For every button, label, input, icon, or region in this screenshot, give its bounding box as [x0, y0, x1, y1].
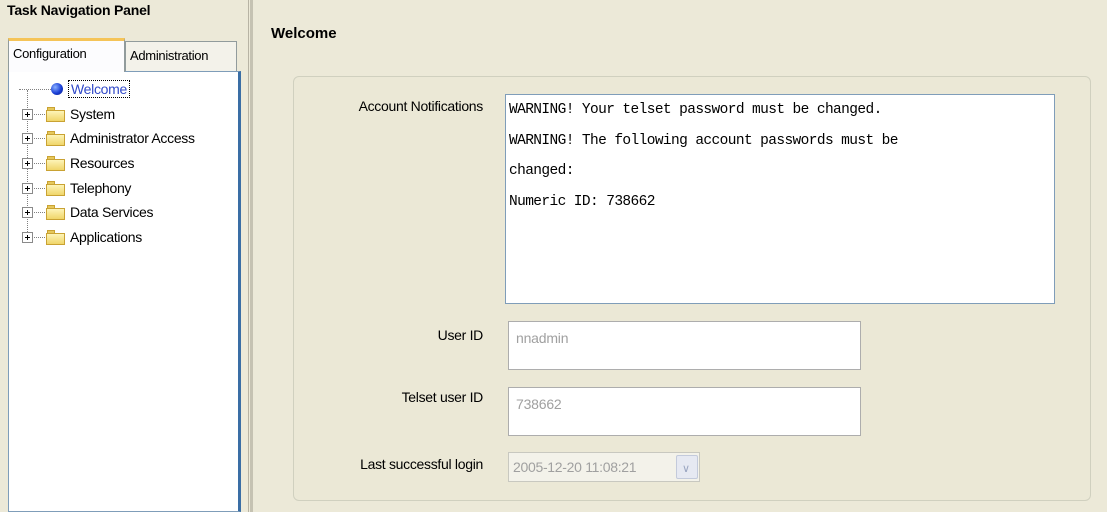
notification-line: WARNING! The following account passwords…	[509, 132, 898, 149]
nav-panel-title: Task Navigation Panel	[7, 2, 151, 18]
tree-item-telephony[interactable]: Telephony	[9, 176, 234, 201]
expand-plus-icon[interactable]	[22, 232, 33, 243]
tree-item-label: Telephony	[70, 180, 132, 196]
tree-item-label: Administrator Access	[70, 130, 195, 146]
tree-item-administrator-access[interactable]: Administrator Access	[9, 126, 234, 151]
account-notifications-label: Account Notifications	[358, 98, 484, 114]
task-navigation-panel: Task Navigation Panel Configuration Admi…	[0, 0, 249, 512]
tree-item-label: Resources	[70, 155, 135, 171]
expand-plus-icon[interactable]	[22, 183, 33, 194]
page-title: Welcome	[271, 25, 337, 42]
notification-line: Numeric ID: 738662	[509, 193, 655, 210]
folder-icon	[46, 181, 66, 196]
tree-item-resources[interactable]: Resources	[9, 151, 234, 176]
tree-item-label: Applications	[70, 229, 142, 245]
folder-icon	[46, 230, 66, 245]
navigation-tree: Welcome System Administrator Access Reso…	[8, 71, 241, 512]
tree-item-label: Welcome	[68, 80, 130, 98]
last-login-label: Last successful login	[360, 456, 483, 472]
expand-plus-icon[interactable]	[22, 207, 33, 218]
tree-item-label: Data Services	[70, 204, 154, 220]
folder-icon	[46, 205, 66, 220]
telset-user-id-label: Telset user ID	[401, 389, 484, 405]
user-id-field[interactable]: nnadmin	[508, 321, 861, 370]
telset-user-id-field[interactable]: 738662	[508, 387, 861, 436]
notification-line: WARNING! Your telset password must be ch…	[509, 102, 882, 118]
notification-line: changed:	[509, 163, 574, 179]
tree-item-applications[interactable]: Applications	[9, 225, 234, 250]
tab-administration[interactable]: Administration	[125, 41, 237, 71]
last-login-select[interactable]: 2005-12-20 11:08:21 ∨	[508, 452, 700, 482]
tree-item-data-services[interactable]: Data Services	[9, 200, 234, 225]
chevron-down-icon: ∨	[682, 463, 690, 475]
tab-configuration[interactable]: Configuration	[8, 38, 125, 72]
bullet-icon	[51, 83, 63, 95]
user-id-label: User ID	[437, 327, 484, 343]
dropdown-button[interactable]: ∨	[676, 455, 698, 479]
last-login-value: 2005-12-20 11:08:21	[513, 459, 637, 475]
expand-plus-icon[interactable]	[22, 158, 33, 169]
expand-plus-icon[interactable]	[22, 133, 33, 144]
account-notifications-box[interactable]: WARNING! Your telset password must be ch…	[505, 94, 1055, 304]
folder-icon	[46, 156, 66, 171]
folder-icon	[46, 131, 66, 146]
